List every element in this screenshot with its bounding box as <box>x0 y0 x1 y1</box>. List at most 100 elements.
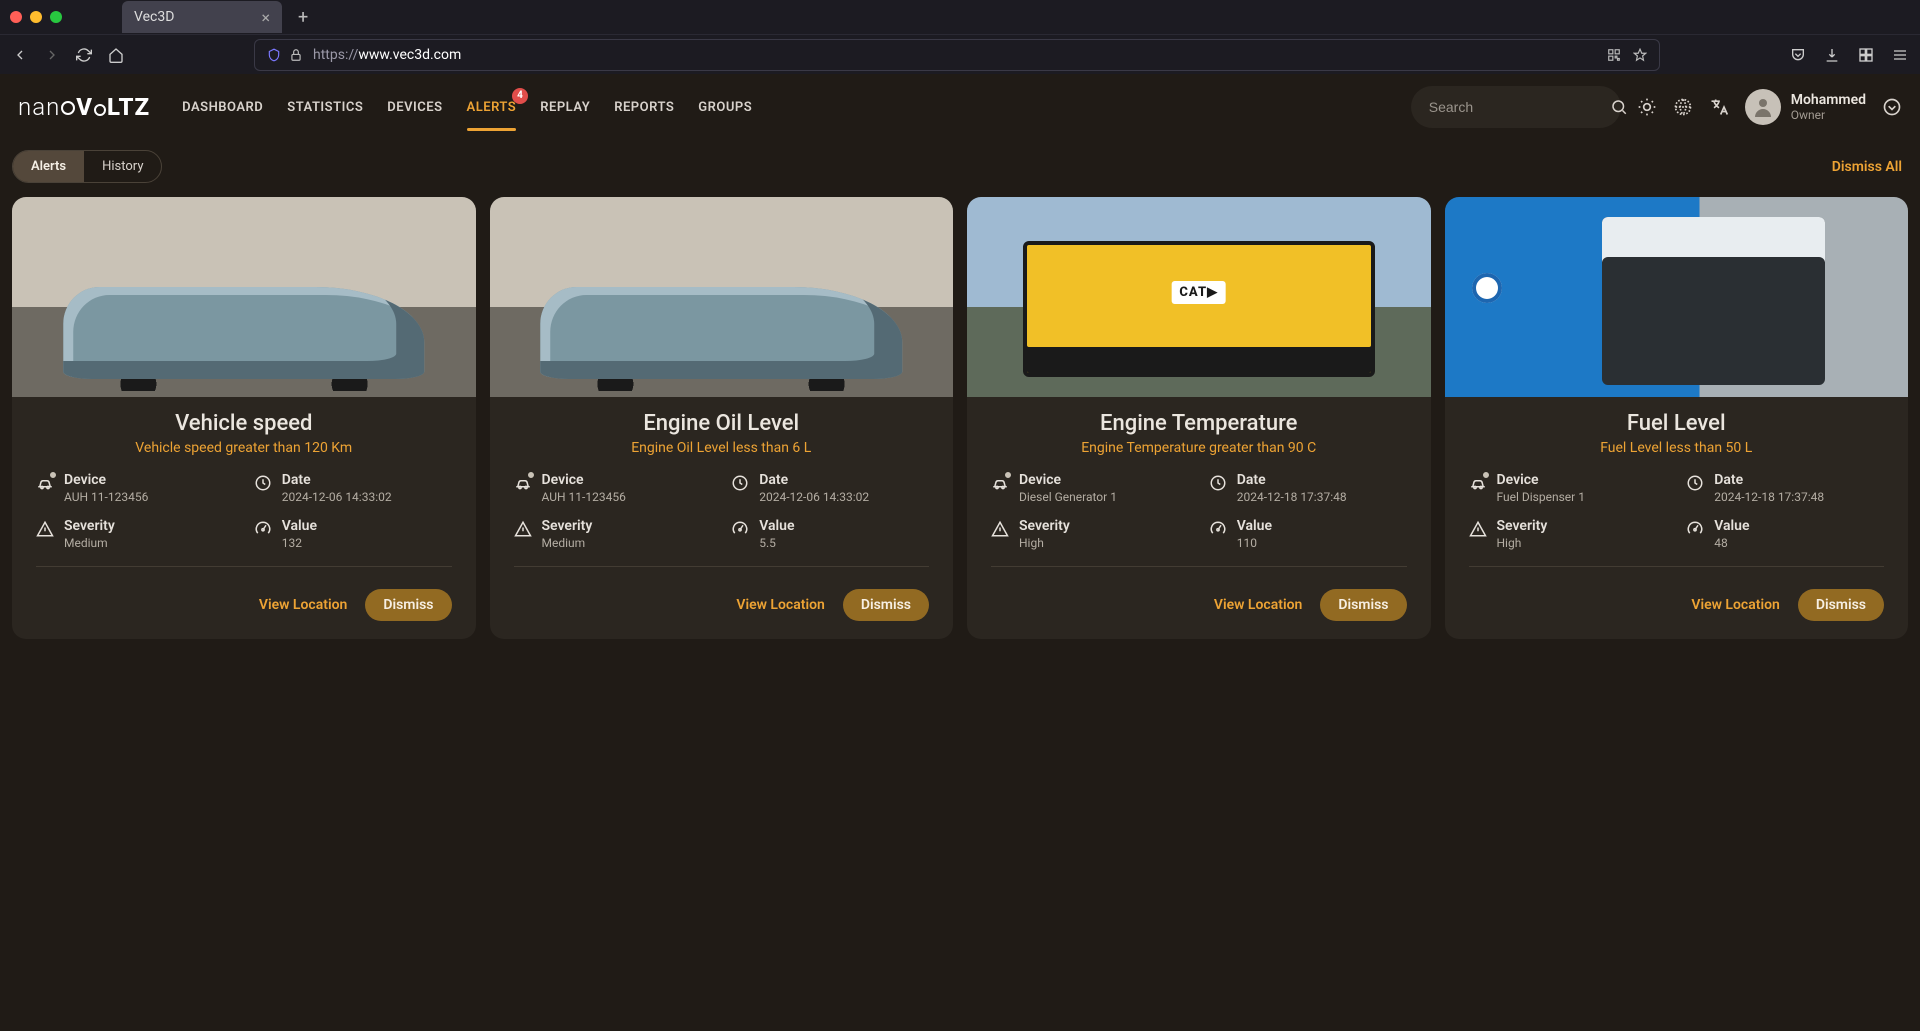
app-root: nanVLTZ DASHBOARD STATISTICS DEVICES ALERTS… <box>0 74 1920 1031</box>
gauge-icon <box>731 520 749 538</box>
forward-icon[interactable] <box>44 47 60 63</box>
browser-tab[interactable]: Vec3D × <box>122 1 282 33</box>
maximize-window-icon[interactable] <box>50 11 62 23</box>
clock-icon <box>731 474 749 492</box>
field-value: High <box>1497 536 1548 550</box>
chevron-down-icon[interactable] <box>1882 97 1902 117</box>
view-location-button[interactable]: View Location <box>259 597 347 613</box>
close-tab-icon[interactable]: × <box>261 8 270 27</box>
nav-item-reports[interactable]: REPORTS <box>614 96 674 119</box>
field-label: Date <box>282 472 392 488</box>
extensions-icon[interactable] <box>1858 47 1874 63</box>
field-value: Value 132 <box>254 518 452 550</box>
dismiss-all-button[interactable]: Dismiss All <box>1832 159 1908 175</box>
field-label: Value <box>1237 518 1272 534</box>
alert-card: Engine Oil Level Engine Oil Level less t… <box>490 197 954 639</box>
browser-navbar: https://www.vec3d.com <box>0 34 1920 74</box>
nav-item-groups[interactable]: GROUPS <box>698 96 752 119</box>
field-value: 48 <box>1714 536 1749 550</box>
card-image <box>1445 197 1909 397</box>
search-icon[interactable] <box>1610 98 1628 116</box>
field-value: 2024-12-18 17:37:48 <box>1237 490 1347 504</box>
pocket-icon[interactable] <box>1790 47 1806 63</box>
qr-icon[interactable] <box>1607 48 1621 62</box>
view-location-button[interactable]: View Location <box>736 597 824 613</box>
field-value: AUH 11-123456 <box>64 490 148 504</box>
back-icon[interactable] <box>12 47 28 63</box>
field-label: Value <box>282 518 317 534</box>
gauge-icon <box>1686 520 1704 538</box>
theme-toggle-icon[interactable] <box>1637 97 1657 117</box>
field-value: 2024-12-18 17:37:48 <box>1714 490 1824 504</box>
download-icon[interactable] <box>1824 47 1840 63</box>
user-role: Owner <box>1791 108 1866 122</box>
search-input[interactable] <box>1429 99 1610 115</box>
url-bar[interactable]: https://www.vec3d.com <box>254 39 1660 71</box>
field-value: 110 <box>1237 536 1272 550</box>
minimize-window-icon[interactable] <box>30 11 42 23</box>
new-tab-button[interactable]: + <box>292 7 314 28</box>
close-window-icon[interactable] <box>10 11 22 23</box>
field-label: Device <box>1019 472 1117 488</box>
star-icon[interactable] <box>1633 48 1647 62</box>
card-subtitle: Engine Oil Level less than 6 L <box>514 440 930 456</box>
shield-icon <box>267 48 281 62</box>
menu-icon[interactable] <box>1892 47 1908 63</box>
home-icon[interactable] <box>108 47 124 63</box>
lock-icon <box>289 48 303 62</box>
field-label: Value <box>759 518 794 534</box>
field-label: Device <box>1497 472 1585 488</box>
search-box[interactable] <box>1411 86 1621 128</box>
globe-icon[interactable] <box>1673 97 1693 117</box>
translate-icon[interactable] <box>1709 97 1729 117</box>
field-date: Date 2024-12-18 17:37:48 <box>1209 472 1407 504</box>
warn-icon <box>514 520 532 538</box>
divider <box>36 566 452 567</box>
content: Alerts History Dismiss All Vehicle speed… <box>0 140 1920 663</box>
field-device: Device AUH 11-123456 <box>514 472 712 504</box>
clock-icon <box>1209 474 1227 492</box>
dismiss-button[interactable]: Dismiss <box>1320 589 1406 621</box>
pill-tabs: Alerts History <box>12 150 162 183</box>
card-subtitle: Vehicle speed greater than 120 Km <box>36 440 452 456</box>
field-device: Device AUH 11-123456 <box>36 472 234 504</box>
app-header: nanVLTZ DASHBOARD STATISTICS DEVICES ALERTS… <box>0 74 1920 140</box>
field-label: Device <box>64 472 148 488</box>
tab-title: Vec3D <box>134 9 174 25</box>
dismiss-button[interactable]: Dismiss <box>365 589 451 621</box>
nav-item-statistics[interactable]: STATISTICS <box>287 96 363 119</box>
dismiss-button[interactable]: Dismiss <box>843 589 929 621</box>
field-severity: Severity Medium <box>36 518 234 550</box>
field-value: Value 5.5 <box>731 518 929 550</box>
brand-bold: VLTZ <box>76 93 150 121</box>
tab-history[interactable]: History <box>84 151 161 182</box>
field-value: 2024-12-06 14:33:02 <box>282 490 392 504</box>
car-icon <box>514 474 532 492</box>
user-menu[interactable]: Mohammed Owner <box>1745 89 1866 125</box>
dismiss-button[interactable]: Dismiss <box>1798 589 1884 621</box>
field-label: Device <box>542 472 626 488</box>
field-value: Medium <box>542 536 593 550</box>
brand-logo[interactable]: nanVLTZ <box>18 93 150 121</box>
alert-card: Vehicle speed Vehicle speed greater than… <box>12 197 476 639</box>
nav-item-devices[interactable]: DEVICES <box>387 96 442 119</box>
gauge-icon <box>1209 520 1227 538</box>
nav-item-replay[interactable]: REPLAY <box>540 96 590 119</box>
car-icon <box>36 474 54 492</box>
avatar-icon <box>1745 89 1781 125</box>
reload-icon[interactable] <box>76 47 92 63</box>
card-subtitle: Fuel Level less than 50 L <box>1469 440 1885 456</box>
nav-item-dashboard[interactable]: DASHBOARD <box>182 96 263 119</box>
tab-alerts[interactable]: Alerts <box>13 151 84 182</box>
warn-icon <box>1469 520 1487 538</box>
nav-item-alerts[interactable]: ALERTS4 <box>467 96 517 119</box>
view-location-button[interactable]: View Location <box>1691 597 1779 613</box>
nav-badge: 4 <box>512 88 528 104</box>
card-image: CAT▶ <box>967 197 1431 397</box>
field-value: Value 110 <box>1209 518 1407 550</box>
field-severity: Severity High <box>1469 518 1667 550</box>
field-value: 132 <box>282 536 317 550</box>
field-value: Value 48 <box>1686 518 1884 550</box>
view-location-button[interactable]: View Location <box>1214 597 1302 613</box>
divider <box>514 566 930 567</box>
